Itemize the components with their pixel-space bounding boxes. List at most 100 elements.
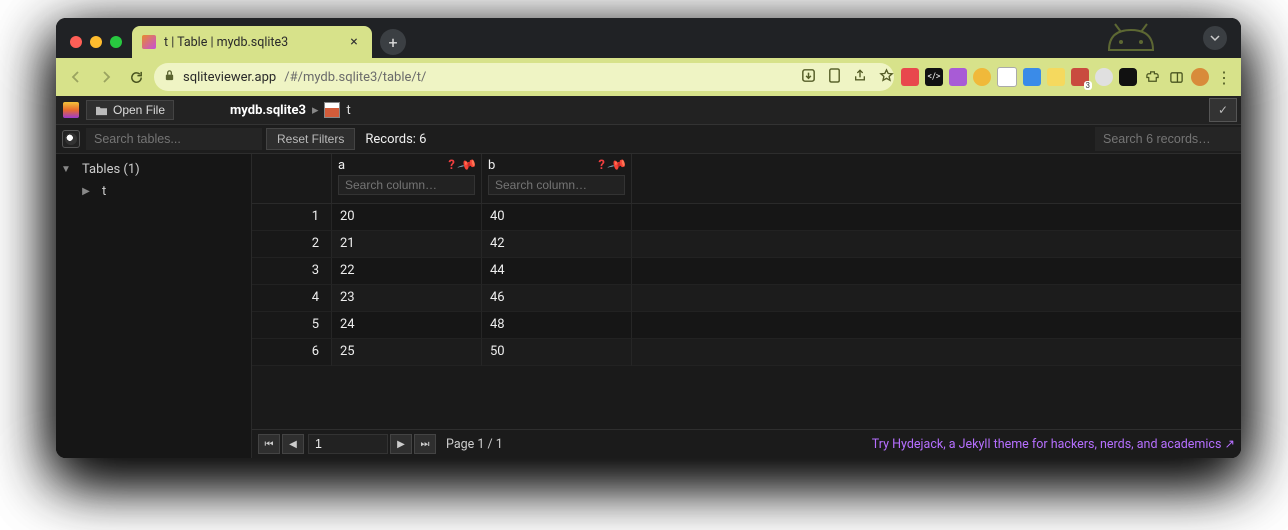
extension-icon[interactable]: [973, 68, 991, 86]
zoom-window-button[interactable]: [110, 36, 122, 48]
pin-icon[interactable]: 📌: [606, 155, 628, 176]
row-number-header: [252, 154, 332, 204]
cell-spacer: [632, 339, 1241, 366]
extension-icon[interactable]: 3: [1071, 68, 1089, 86]
cell[interactable]: 23: [332, 285, 482, 312]
tab-overflow-button[interactable]: [1203, 26, 1227, 50]
extensions-row: </> 3 ⋮: [901, 67, 1233, 87]
app-side-icon[interactable]: [62, 130, 80, 148]
extension-icon[interactable]: [1047, 68, 1065, 86]
browser-tab[interactable]: t | Table | mydb.sqlite3 ×: [132, 26, 372, 58]
cell[interactable]: 21: [332, 231, 482, 258]
install-app-icon[interactable]: [800, 68, 816, 87]
last-page-button[interactable]: ⏭: [414, 434, 436, 454]
promo-link[interactable]: Try Hydejack, a Jekyll theme for hackers…: [872, 436, 1235, 452]
minimize-window-button[interactable]: [90, 36, 102, 48]
cell[interactable]: 50: [482, 339, 632, 366]
column-type-unknown-icon[interactable]: ?: [598, 158, 604, 173]
promo-text: Try Hydejack, a Jekyll theme for hackers…: [872, 437, 1235, 452]
grid-footer: ⏮ ◀ ▶ ⏭ Page 1 / 1 Try Hydejack, a Jekyl…: [252, 429, 1241, 458]
extension-icon[interactable]: [949, 68, 967, 86]
cell[interactable]: 48: [482, 312, 632, 339]
cell[interactable]: 24: [332, 312, 482, 339]
cell-spacer: [632, 285, 1241, 312]
cell[interactable]: 25: [332, 339, 482, 366]
extension-icon[interactable]: [901, 68, 919, 86]
row-number[interactable]: 5: [252, 312, 332, 339]
column-search-input[interactable]: [338, 175, 475, 195]
table-icon: [324, 102, 340, 118]
selection-tool-button[interactable]: ✓: [1209, 98, 1237, 122]
cell[interactable]: 44: [482, 258, 632, 285]
cell-spacer: [632, 231, 1241, 258]
prev-page-button[interactable]: ◀: [282, 434, 304, 454]
column-type-unknown-icon[interactable]: ?: [448, 158, 454, 173]
breadcrumb: mydb.sqlite3 ▸ t: [230, 102, 351, 118]
breadcrumb-database[interactable]: mydb.sqlite3: [230, 103, 306, 118]
omnibox[interactable]: sqliteviewer.app/#/mydb.sqlite3/table/t/: [154, 63, 894, 91]
row-number[interactable]: 1: [252, 204, 332, 231]
page-number-input[interactable]: [308, 434, 388, 454]
sidebar-group[interactable]: ▼ Tables (1): [56, 158, 251, 180]
row-number[interactable]: 3: [252, 258, 332, 285]
cell-spacer: [632, 258, 1241, 285]
omnibox-actions: [800, 68, 894, 87]
sqlite-viewer-app: Open File mydb.sqlite3 ▸ t ✓ Reset Filte…: [56, 96, 1241, 458]
cell[interactable]: 40: [482, 204, 632, 231]
row-number[interactable]: 6: [252, 339, 332, 366]
cell-spacer: [632, 204, 1241, 231]
profile-avatar[interactable]: [1191, 68, 1209, 86]
open-file-button[interactable]: Open File: [86, 100, 174, 120]
first-page-button[interactable]: ⏮: [258, 434, 280, 454]
row-number[interactable]: 4: [252, 285, 332, 312]
close-tab-button[interactable]: ×: [346, 34, 362, 50]
browser-window: t | Table | mydb.sqlite3 × +: [56, 18, 1241, 458]
reader-icon[interactable]: [826, 68, 842, 87]
column-header-a[interactable]: a ? 📌: [332, 154, 482, 204]
reset-filters-button[interactable]: Reset Filters: [266, 128, 355, 150]
column-search-input[interactable]: [488, 175, 625, 195]
extension-icon[interactable]: [1095, 68, 1113, 86]
next-page-button[interactable]: ▶: [390, 434, 412, 454]
extensions-menu-icon[interactable]: [1143, 68, 1161, 86]
kebab-menu-icon[interactable]: ⋮: [1215, 68, 1233, 86]
close-window-button[interactable]: [70, 36, 82, 48]
reload-button[interactable]: [124, 65, 148, 89]
sidebar: ▼ Tables (1) ▶ t: [56, 154, 252, 458]
back-button[interactable]: [64, 65, 88, 89]
row-number[interactable]: 2: [252, 231, 332, 258]
sidebar-group-label: Tables (1): [82, 162, 140, 177]
side-panel-icon[interactable]: [1167, 68, 1185, 86]
search-tables-input[interactable]: [86, 128, 262, 150]
open-file-label: Open File: [113, 103, 165, 117]
sidebar-item-t[interactable]: ▶ t: [56, 180, 251, 202]
cell[interactable]: 46: [482, 285, 632, 312]
share-icon[interactable]: [852, 68, 868, 87]
cell-spacer: [632, 312, 1241, 339]
pin-icon[interactable]: 📌: [456, 155, 478, 176]
extension-icon[interactable]: [1119, 68, 1137, 86]
cell[interactable]: 22: [332, 258, 482, 285]
bookmark-star-icon[interactable]: [878, 68, 894, 87]
app-toolbar: Open File mydb.sqlite3 ▸ t ✓: [56, 96, 1241, 125]
search-records-input[interactable]: [1095, 127, 1241, 151]
cell[interactable]: 42: [482, 231, 632, 258]
column-header-b[interactable]: b ? 📌: [482, 154, 632, 204]
cell[interactable]: 20: [332, 204, 482, 231]
forward-button[interactable]: [94, 65, 118, 89]
data-grid: a ? 📌 b ? 📌: [252, 154, 1241, 366]
lock-icon: [164, 70, 175, 84]
chevron-right-icon: ▶: [76, 186, 96, 197]
app-logo[interactable]: [56, 96, 86, 124]
chevron-down-icon: ▼: [56, 164, 76, 175]
address-bar: sqliteviewer.app/#/mydb.sqlite3/table/t/…: [56, 58, 1241, 97]
extension-icon[interactable]: [997, 67, 1017, 87]
app-filter-row: Reset Filters Records: 6: [56, 125, 1241, 154]
breadcrumb-table[interactable]: t: [346, 103, 350, 118]
extension-icon[interactable]: </>: [925, 68, 943, 86]
extension-icon[interactable]: [1023, 68, 1041, 86]
sidebar-item-label: t: [102, 184, 106, 199]
url-host: sqliteviewer.app: [183, 70, 276, 85]
new-tab-button[interactable]: +: [380, 29, 406, 55]
window-controls: [64, 36, 132, 58]
